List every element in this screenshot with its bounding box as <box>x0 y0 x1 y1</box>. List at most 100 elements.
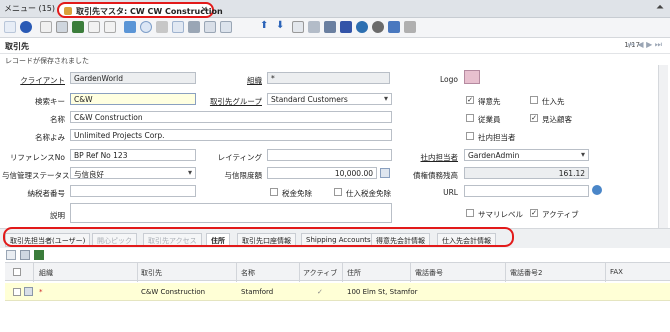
vendor-checkbox[interactable] <box>530 96 538 104</box>
find-icon[interactable] <box>388 21 400 33</box>
save-row-icon[interactable] <box>34 250 44 260</box>
tax-exempt-label: 税金免除 <box>282 189 312 198</box>
column-fax[interactable]: FAX <box>610 268 623 276</box>
form-scrollbar[interactable] <box>658 65 668 228</box>
org-label: 組織 <box>247 76 262 85</box>
column-phone[interactable]: 電話番号 <box>415 268 443 278</box>
sales-rep-flag-label: 社内担当者 <box>478 133 516 142</box>
close-icon[interactable]: × <box>200 5 208 15</box>
column-org[interactable]: 組織 <box>39 268 53 278</box>
employee-checkbox[interactable] <box>466 114 474 122</box>
exit-icon[interactable] <box>404 21 416 33</box>
copy-record-icon[interactable] <box>56 21 68 33</box>
zoom-across-icon[interactable] <box>292 21 304 33</box>
grid-toolbar <box>0 248 670 262</box>
grid-toggle-icon[interactable] <box>204 21 216 33</box>
edit-record-icon[interactable] <box>24 287 33 296</box>
prospect-checkbox[interactable]: ✓ <box>530 114 538 122</box>
select-all-checkbox[interactable] <box>13 268 21 276</box>
active-label: アクティブ <box>542 210 579 219</box>
document-tab[interactable]: 取引先マスタ: CW CW Construction × <box>57 2 223 18</box>
row-select-checkbox[interactable] <box>13 288 21 296</box>
chat-icon[interactable] <box>172 21 184 33</box>
logo-image[interactable] <box>464 70 480 84</box>
description-field[interactable] <box>70 203 392 223</box>
org-field[interactable]: * <box>267 72 390 84</box>
delete-icon[interactable] <box>104 21 116 33</box>
refresh-icon[interactable] <box>124 21 136 33</box>
reference-field[interactable]: BP Ref No 123 <box>70 149 196 161</box>
column-active[interactable]: アクティブ <box>303 268 337 278</box>
client-label: クライアント <box>20 76 65 85</box>
credit-status-label: 与信管理ステータス <box>2 171 70 180</box>
prospect-label: 見込顧客 <box>542 115 572 124</box>
save-icon[interactable] <box>72 21 84 33</box>
sales-rep-select[interactable]: GardenAdmin <box>464 149 589 161</box>
globe-icon[interactable] <box>592 185 602 195</box>
rating-field[interactable] <box>267 149 392 161</box>
request-icon[interactable] <box>324 21 336 33</box>
summary-label: サマリレベル <box>478 210 523 219</box>
sales-rep-flag-checkbox[interactable] <box>466 132 474 140</box>
status-message: レコードが保存されました <box>0 53 670 65</box>
po-tax-exempt-label: 仕入税金免除 <box>346 189 391 198</box>
tax-id-field[interactable] <box>70 185 196 197</box>
sales-rep-label: 社内担当者 <box>420 153 459 162</box>
attachment-icon[interactable] <box>156 21 168 33</box>
column-name[interactable]: 名称 <box>241 268 255 278</box>
toolbar: ⬆ ⬇ <box>0 18 670 38</box>
column-phone2[interactable]: 電話番号2 <box>510 268 542 278</box>
bp-group-select[interactable]: Standard Customers <box>267 93 392 105</box>
calculator-icon[interactable] <box>380 168 390 178</box>
credit-limit-field[interactable]: 10,000.00 <box>267 167 377 179</box>
rating-label: レイティング <box>217 153 262 162</box>
menu-tab[interactable]: メニュー (15) <box>4 3 55 14</box>
po-tax-exempt-checkbox[interactable] <box>334 188 342 196</box>
cell-address: 100 Elm St, Stamfor <box>347 288 418 296</box>
search-key-field[interactable]: C&W <box>70 93 196 105</box>
tax-exempt-checkbox[interactable] <box>270 188 278 196</box>
search-icon[interactable] <box>140 21 152 33</box>
column-address[interactable]: 住所 <box>347 268 361 278</box>
column-bp[interactable]: 取引先 <box>141 268 162 278</box>
next-record-icon[interactable]: ⬇ <box>276 20 284 31</box>
history-icon[interactable] <box>188 21 200 33</box>
settings-icon[interactable] <box>372 21 384 33</box>
employee-label: 従業員 <box>478 115 501 124</box>
description-label: 説明 <box>50 211 65 220</box>
archive-icon[interactable] <box>308 21 320 33</box>
undo-icon[interactable] <box>88 21 100 33</box>
record-nav[interactable]: ⏮ ◀ ▶ ⏭ <box>628 40 662 50</box>
name-field[interactable]: C&W Construction <box>70 111 392 123</box>
logo-label: Logo <box>440 75 458 84</box>
name2-label: 名称よみ <box>35 133 65 142</box>
report-icon[interactable] <box>4 21 16 33</box>
search-key-label: 検索キー <box>35 97 65 106</box>
collapse-icon[interactable]: ⏶ <box>656 2 664 13</box>
bp-group-label: 取引先グループ <box>209 97 262 106</box>
edit-row-icon[interactable] <box>20 250 30 260</box>
credit-limit-label: 与信限度額 <box>224 171 263 180</box>
grid-header: 組織 取引先 名称 アクティブ 住所 電話番号 電話番号2 FAX <box>5 262 670 282</box>
name-label: 名称 <box>50 115 65 124</box>
client-field[interactable]: GardenWorld <box>70 72 196 84</box>
workflow-icon[interactable] <box>356 21 368 33</box>
active-checkbox[interactable]: ✓ <box>530 209 538 217</box>
previous-record-icon[interactable]: ⬆ <box>260 20 268 31</box>
name2-field[interactable]: Unlimited Projects Corp. <box>70 129 392 141</box>
tabs-highlight-ring <box>3 227 514 247</box>
help-icon[interactable] <box>20 21 32 33</box>
credit-status-select[interactable]: 与信良好 <box>70 167 196 179</box>
cell-active: ✓ <box>317 288 323 296</box>
url-field[interactable] <box>464 185 589 197</box>
vendor-label: 仕入先 <box>542 97 565 106</box>
table-row[interactable]: * C&W Construction Stamford ✓ 100 Elm St… <box>5 283 670 301</box>
customer-checkbox[interactable]: ✓ <box>466 96 474 104</box>
new-row-icon[interactable] <box>6 250 16 260</box>
detail-record-icon[interactable] <box>220 21 232 33</box>
new-record-icon[interactable] <box>40 21 52 33</box>
print-icon[interactable] <box>340 21 352 33</box>
summary-checkbox[interactable] <box>466 209 474 217</box>
open-balance-field[interactable]: 161.12 <box>464 167 589 179</box>
customer-label: 得意先 <box>478 97 501 106</box>
